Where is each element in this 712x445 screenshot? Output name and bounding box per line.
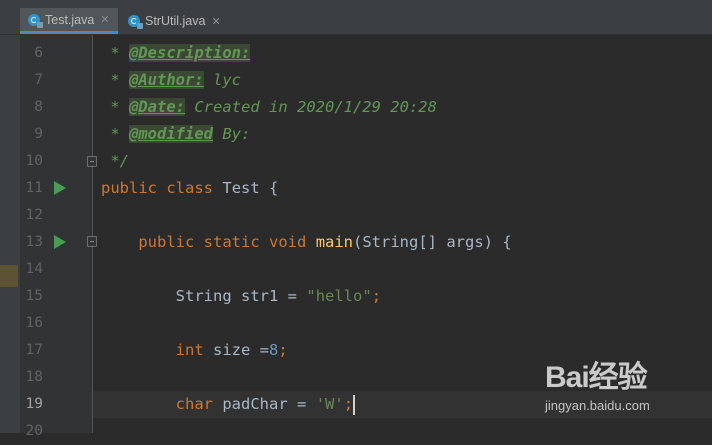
- tab-label: Test.java: [45, 12, 95, 27]
- line-number: 11: [25, 180, 43, 196]
- run-main-icon[interactable]: [54, 235, 66, 249]
- bookmark-marker: [0, 265, 18, 287]
- doc-comment-end: */: [101, 152, 129, 170]
- line-number-current: 19: [25, 396, 43, 412]
- watermark-url: jingyan.baidu.com: [545, 398, 650, 413]
- line-number: 8: [34, 99, 43, 115]
- doc-comment-prefix: *: [101, 44, 129, 62]
- doc-comment-text: Created in 2020/1/29 20:28: [185, 98, 437, 116]
- code-line-7: * @Author: lyc: [101, 67, 712, 94]
- line-number: 6: [34, 45, 43, 61]
- class-name: Test: [222, 179, 260, 197]
- keyword: static: [203, 233, 260, 251]
- tab-strutil-java[interactable]: StrUtil.java ✕: [120, 8, 228, 34]
- line-number: 17: [25, 342, 43, 358]
- string-literal: "hello": [306, 287, 372, 305]
- line-number: 13: [25, 234, 43, 250]
- fold-icon[interactable]: [87, 156, 97, 167]
- code-line-8: * @Date: Created in 2020/1/29 20:28: [101, 94, 712, 121]
- line-numbers: 6 7 8 9 10 11 12 13 14 15 16 17 18 19 20: [20, 40, 43, 445]
- doc-comment-text: lyc: [203, 71, 241, 89]
- variable-name: padChar: [222, 395, 288, 413]
- char-literal: 'W': [315, 395, 344, 413]
- javadoc-tag: @Description:: [129, 44, 251, 62]
- keyword: void: [269, 233, 307, 251]
- line-number: 10: [25, 153, 43, 169]
- line-number: 20: [25, 423, 43, 439]
- java-class-icon: [128, 15, 143, 29]
- method-name: main: [315, 233, 354, 251]
- baidu-jingyan-watermark: Bai经验 jingyan.baidu.com: [545, 352, 705, 418]
- keyword: class: [166, 179, 214, 197]
- keyword: public: [101, 179, 157, 197]
- watermark-logo: Bai经验: [545, 361, 648, 394]
- tab-test-java[interactable]: Test.java ✕: [20, 8, 118, 34]
- line-number: 14: [25, 261, 43, 277]
- doc-comment-prefix: *: [101, 71, 129, 89]
- line-number: 16: [25, 315, 43, 331]
- javadoc-tag: @modified: [129, 125, 213, 143]
- variable-name: str1: [241, 287, 279, 305]
- fold-icon[interactable]: [87, 236, 97, 247]
- gutter-divider: [92, 35, 93, 433]
- type-keyword: int: [175, 341, 204, 359]
- doc-comment-text: By:: [213, 125, 251, 143]
- number-literal: 8: [269, 341, 279, 359]
- method-params: (String[] args) {: [353, 233, 512, 251]
- java-class-icon: [28, 13, 43, 28]
- brace: {: [269, 179, 279, 197]
- editor-tab-bar: Test.java ✕ StrUtil.java ✕: [0, 0, 712, 35]
- code-line-9: * @modified By:: [101, 121, 712, 148]
- doc-comment-prefix: *: [101, 98, 129, 116]
- line-number: 12: [25, 207, 43, 223]
- tab-label: StrUtil.java: [145, 14, 206, 28]
- text-caret: [353, 394, 356, 415]
- javadoc-tag: @Date:: [129, 98, 185, 116]
- code-line-15: String str1 = "hello";: [101, 283, 712, 310]
- type-name: String: [175, 287, 232, 305]
- variable-name: size: [213, 341, 251, 359]
- type-keyword: char: [175, 395, 213, 413]
- operator: =: [287, 287, 298, 305]
- code-line-6: * @Description:: [101, 40, 712, 67]
- doc-comment-prefix: *: [101, 125, 129, 143]
- line-number: 9: [34, 126, 43, 142]
- close-icon[interactable]: ✕: [100, 13, 109, 26]
- line-number: 18: [25, 369, 43, 385]
- code-line-11: public class Test {: [101, 175, 712, 202]
- code-line-13: public static void main(String[] args) {: [101, 229, 712, 256]
- semicolon: ;: [278, 341, 288, 359]
- line-number: 7: [34, 72, 43, 88]
- semicolon: ;: [343, 395, 354, 413]
- operator: =: [297, 395, 307, 413]
- javadoc-tag: @Author:: [129, 71, 204, 89]
- close-icon[interactable]: ✕: [211, 15, 220, 28]
- tool-window-strip: [0, 35, 20, 433]
- run-class-icon[interactable]: [54, 181, 66, 195]
- operator: =: [259, 341, 270, 359]
- line-number: 15: [25, 288, 43, 304]
- semicolon: ;: [371, 287, 382, 305]
- keyword: public: [138, 233, 195, 251]
- code-line-10: */: [101, 148, 712, 175]
